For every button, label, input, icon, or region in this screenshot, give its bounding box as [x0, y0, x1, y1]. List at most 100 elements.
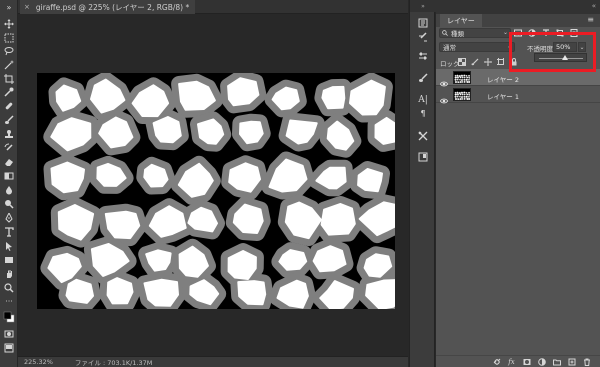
spot-fill [466, 100, 467, 101]
lock-image-pixels-icon[interactable] [471, 58, 479, 66]
magic-wand-tool-icon[interactable] [3, 59, 15, 70]
brush-settings-icon[interactable] [417, 31, 429, 42]
eraser-tool-icon[interactable] [3, 156, 15, 167]
document-tab[interactable]: × giraffe.psd @ 225% (レイヤー 2, RGB/8) * [20, 0, 196, 14]
search-icon [442, 30, 448, 36]
history-panel-icon[interactable] [417, 17, 429, 28]
tools-preset-icon[interactable] [417, 130, 429, 141]
spot-fill [468, 81, 470, 83]
document-tab-title: giraffe.psd @ 225% (レイヤー 2, RGB/8) * [35, 2, 190, 12]
blend-mode-select[interactable]: 通常 ⌄ [439, 42, 515, 52]
dodge-tool-icon[interactable] [3, 198, 15, 209]
spot-fill [227, 250, 257, 280]
close-tab-icon[interactable]: × [24, 3, 30, 11]
gradient-tool-icon[interactable] [3, 170, 15, 181]
brushes-panel-icon[interactable] [417, 72, 429, 83]
path-selection-tool-icon[interactable] [3, 240, 15, 251]
spot-fill [459, 76, 462, 79]
adjustment-icon[interactable] [537, 358, 546, 366]
group-folder-icon[interactable] [552, 358, 561, 366]
rectangle-tool-icon[interactable] [3, 254, 15, 265]
tab-layers[interactable]: レイヤー [440, 14, 482, 27]
blur-tool-icon[interactable] [3, 184, 15, 195]
spot-outline [461, 99, 463, 100]
healing-brush-tool-icon[interactable] [3, 100, 15, 111]
layer-row[interactable]: レイヤー 1 [436, 86, 600, 104]
spot-fill [470, 98, 471, 100]
spot-fill [457, 100, 459, 101]
color-swatches-icon[interactable] [3, 310, 15, 324]
type-tool-icon[interactable] [3, 226, 15, 237]
panel-header: « [436, 0, 600, 14]
document-canvas[interactable] [37, 73, 395, 309]
spot-fill [470, 79, 471, 80]
spot-fill [466, 83, 467, 84]
new-layer-icon[interactable] [567, 358, 576, 366]
spot-fill [461, 100, 462, 101]
zoom-tool-icon[interactable] [3, 282, 15, 293]
layers-list: レイヤー 2 レイヤー 1 [436, 69, 600, 104]
spot-outline [469, 79, 470, 81]
link-icon[interactable] [492, 358, 501, 366]
clone-stamp-tool-icon[interactable] [3, 128, 15, 139]
visibility-eye-icon[interactable] [439, 90, 449, 104]
spot-fill [320, 203, 356, 236]
spot-fill [468, 100, 470, 101]
collapse-tools-icon[interactable]: » [3, 2, 15, 13]
add-mask-icon[interactable] [522, 358, 531, 366]
history-brush-tool-icon[interactable] [3, 142, 15, 153]
marquee-tool-icon[interactable] [3, 32, 15, 43]
trash-icon[interactable] [582, 358, 591, 366]
spot-outline [469, 81, 470, 83]
status-bar: 225.32% ファイル : 703.1K/1.37M [18, 356, 408, 367]
fx-icon[interactable]: fx [507, 358, 516, 366]
spot-outline [469, 98, 470, 100]
spot-fill [468, 75, 470, 77]
hand-tool-icon[interactable] [3, 268, 15, 279]
spot-fill [461, 83, 462, 84]
zoom-level[interactable]: 225.32% [24, 358, 53, 366]
character-panel-icon[interactable]: A| [417, 94, 429, 105]
canvas-workspace[interactable] [18, 15, 408, 356]
lock-artboard-icon[interactable] [497, 58, 505, 66]
panel-menu-icon[interactable]: ≡ [587, 15, 594, 24]
crop-tool-icon[interactable] [3, 73, 15, 84]
layers-panel-footer: fx [436, 355, 600, 367]
move-tool-icon[interactable] [3, 18, 15, 29]
lock-position-icon[interactable] [484, 58, 492, 66]
quick-mask-icon[interactable] [3, 328, 15, 339]
spot-outline [466, 83, 467, 84]
tools-panel: » ··· [0, 0, 18, 367]
paragraph-panel-icon[interactable]: ¶ [417, 108, 429, 119]
spot-fill [470, 96, 471, 97]
spot-outline [456, 82, 459, 83]
spot-outline [456, 99, 459, 100]
spot-fill [357, 168, 383, 193]
spot-outline [459, 100, 460, 101]
pen-tool-icon[interactable] [3, 212, 15, 223]
document-tab-bar: × giraffe.psd @ 225% (レイヤー 2, RGB/8) * [18, 0, 408, 14]
adjustments-panel-icon[interactable] [417, 50, 429, 61]
layer-name[interactable]: レイヤー 1 [487, 91, 519, 101]
eyedropper-tool-icon[interactable] [3, 86, 15, 97]
spot-fill [468, 98, 470, 100]
more-tools-icon[interactable]: ··· [3, 296, 15, 307]
chevron-down-icon: ⌄ [502, 29, 508, 36]
collapse-panel-icon[interactable]: « [592, 2, 596, 10]
layer-name[interactable]: レイヤー 2 [487, 74, 519, 84]
brush-tool-icon[interactable] [3, 114, 15, 125]
panel-tab-bar: レイヤー ≡ [436, 14, 600, 27]
lasso-tool-icon[interactable] [3, 45, 15, 56]
file-size-info[interactable]: ファイル : 703.1K/1.37M [75, 357, 152, 367]
expand-panels-icon[interactable]: » [410, 0, 436, 12]
layer-kind-filter[interactable]: 種類 ⌄ [439, 28, 511, 38]
lock-transparent-pixels-icon[interactable] [458, 58, 466, 66]
spot-outline [468, 99, 470, 100]
screen-mode-icon[interactable] [3, 342, 15, 353]
spot-outline [469, 96, 470, 98]
layer-thumbnail [453, 88, 471, 101]
navigator-panel-icon[interactable] [417, 151, 429, 162]
spot-outline [468, 82, 470, 83]
photoshop-window: » ··· × giraffe.psd @ 225% (レイヤー 2, RGB/… [0, 0, 600, 367]
visibility-eye-icon[interactable] [439, 73, 449, 87]
